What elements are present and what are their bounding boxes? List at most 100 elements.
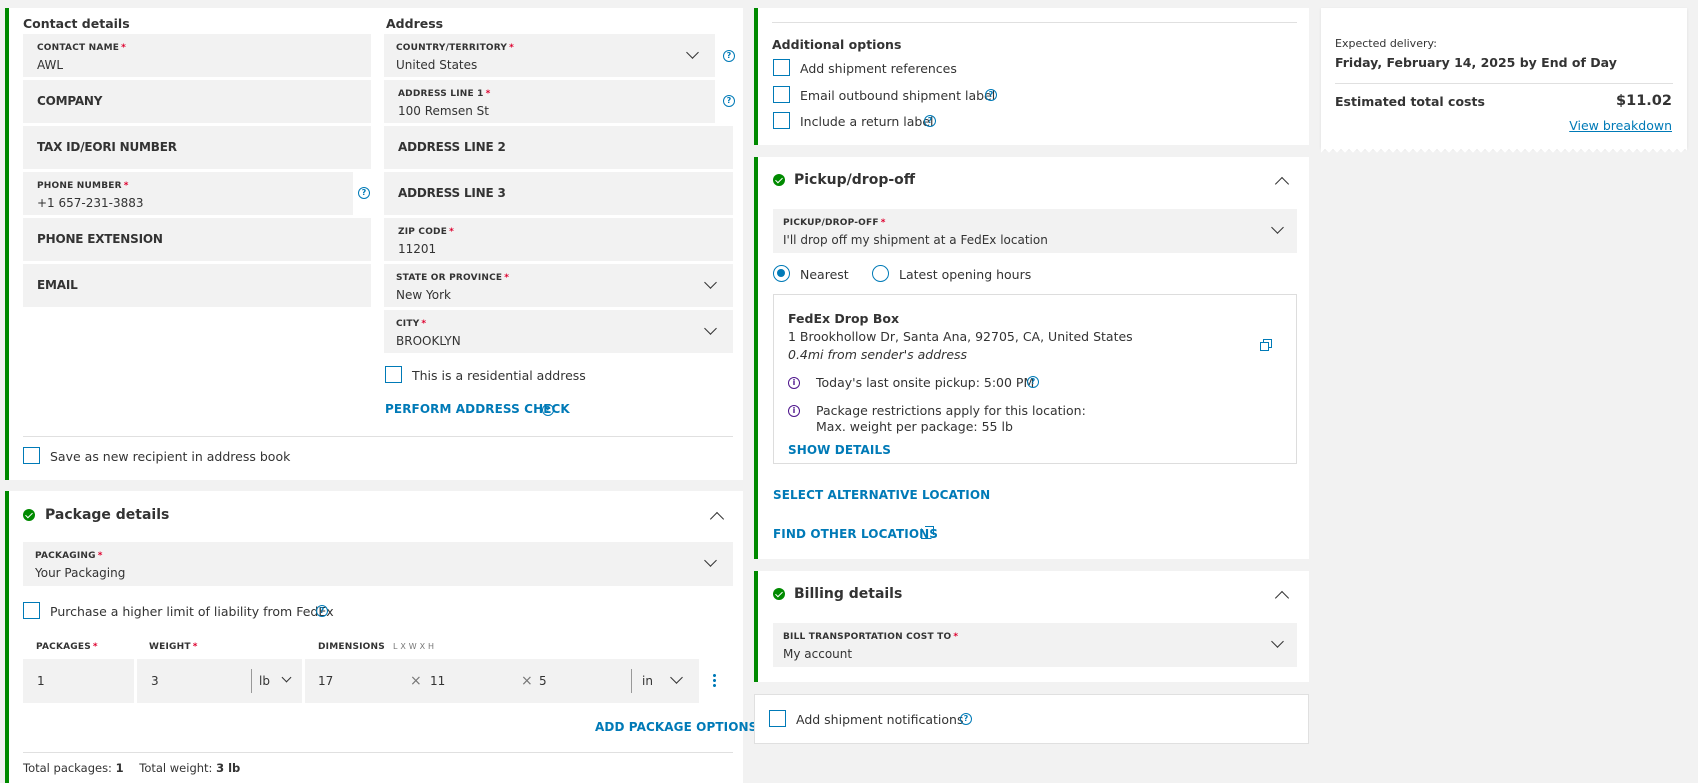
divider [23,752,733,753]
divider [251,669,252,693]
latest-hours-radio[interactable] [872,265,889,282]
weight-value: 3 [151,674,159,688]
liability-label: Purchase a higher limit of liability fro… [50,604,334,619]
country-value: United States [396,58,478,72]
pickup-value: I'll drop off my shipment at a FedEx loc… [783,233,1048,247]
contact-name-field[interactable]: CONTACT NAME * AWL [23,34,371,77]
pickup-title: Pickup/drop-off [794,172,916,188]
packaging-value: Your Packaging [35,566,126,580]
address-check-help-icon[interactable]: ? [542,404,554,416]
zip-code-field[interactable]: ZIP CODE * 11201 [384,218,733,261]
return-label-help-icon[interactable]: ? [924,115,936,127]
dimension-length-value[interactable]: 17 [318,674,333,688]
nearest-label: Nearest [800,267,849,282]
contact-name-value: AWL [37,58,64,72]
city-select[interactable]: CITY * BROOKLYN [384,310,733,353]
pickup-label: PICKUP/DROP-OFF [783,218,879,228]
phone-extension-field[interactable]: PHONE EXTENSION [23,218,371,261]
address-heading: Address [386,16,444,31]
chevron-down-icon [1271,635,1284,648]
state-label: STATE OR PROVINCE [396,273,503,283]
restrictions-text: Package restrictions apply for this loca… [816,403,1086,418]
divider [1335,83,1673,84]
return-label-checkbox[interactable] [773,112,790,129]
packages-input[interactable]: 1 [23,659,134,703]
chevron-up-icon[interactable] [1274,176,1290,192]
view-breakdown-link[interactable]: View breakdown [1569,118,1672,133]
address-line3-field[interactable]: ADDRESS LINE 3 [384,172,733,215]
email-field[interactable]: EMAIL [23,264,371,307]
recipient-panel: Contact details Address CONTACT NAME * AW… [5,8,743,480]
chevron-down-icon [704,276,717,289]
find-other-locations-link[interactable]: FIND OTHER LOCATIONS [773,527,938,541]
packaging-select[interactable]: PACKAGING * Your Packaging [23,542,733,586]
email-label-checkbox[interactable] [773,86,790,103]
nearest-radio[interactable] [773,265,790,282]
copy-icon[interactable] [1260,339,1272,351]
address-line2-field[interactable]: ADDRESS LINE 2 [384,126,733,169]
address-help-icon[interactable]: ? [723,95,735,107]
billing-value: My account [783,647,853,661]
email-label-help-icon[interactable]: ? [985,89,997,101]
times-icon: × [410,673,422,689]
shipment-notifications-checkbox[interactable] [769,710,786,727]
liability-checkbox[interactable] [23,602,40,619]
state-select[interactable]: STATE OR PROVINCE * New York [384,264,733,307]
billing-panel: Billing details BILL TRANSPORTATION COST… [754,571,1309,682]
email-label: EMAIL [37,278,78,292]
notifications-help-icon[interactable]: ? [960,713,972,725]
add-package-options-link[interactable]: ADD PACKAGE OPTIONS [595,720,757,734]
location-card: FedEx Drop Box 1 Brookhollow Dr, Santa A… [773,294,1297,464]
chevron-up-icon[interactable] [709,511,725,527]
chevron-down-icon [704,554,717,567]
select-alternative-location-link[interactable]: SELECT ALTERNATIVE LOCATION [773,488,990,502]
address-line1-field[interactable]: ADDRESS LINE 1 * 100 Remsen St [384,80,715,123]
packaging-label: PACKAGING [35,551,96,561]
country-select[interactable]: COUNTRY/TERRITORY * United States [384,34,715,77]
notifications-panel: Add shipment notifications ? [754,694,1309,744]
weight-input[interactable]: 3 lb [137,659,302,703]
save-recipient-label: Save as new recipient in address book [50,449,291,464]
dimension-height-value[interactable]: 5 [539,674,547,688]
dimension-unit-select[interactable]: in [642,674,653,688]
country-help-icon[interactable]: ? [723,50,735,62]
company-field[interactable]: COMPANY [23,80,371,123]
pickup-select[interactable]: PICKUP/DROP-OFF * I'll drop off my shipme… [773,209,1297,253]
company-label: COMPANY [37,94,103,108]
shipment-references-checkbox[interactable] [773,59,790,76]
last-pickup-help-icon[interactable]: ? [1027,376,1039,388]
last-pickup-text: Today's last onsite pickup: 5:00 PM [816,375,1035,390]
tax-id-field[interactable]: TAX ID/EORI NUMBER [23,126,371,169]
phone-number-value: +1 657-231-3883 [37,196,144,210]
expected-delivery-label: Expected delivery: [1335,37,1437,50]
save-recipient-checkbox[interactable] [23,447,40,464]
external-link-icon[interactable] [921,526,934,539]
location-name: FedEx Drop Box [788,311,900,326]
check-circle-icon [773,588,785,600]
dimensions-label: DIMENSIONS [318,642,385,652]
latest-hours-label: Latest opening hours [899,267,1032,282]
billing-select[interactable]: BILL TRANSPORTATION COST TO * My account [773,623,1297,667]
phone-number-field[interactable]: PHONE NUMBER * +1 657-231-3883 [23,172,353,215]
country-label: COUNTRY/TERRITORY [396,43,508,53]
address-line1-label: ADDRESS LINE 1 [398,89,484,99]
weight-unit-select[interactable]: lb [259,674,270,688]
show-details-link[interactable]: SHOW DETAILS [788,443,891,457]
kebab-menu-icon[interactable] [713,673,716,687]
estimated-total-value: $11.02 [1616,93,1672,109]
address-line3-label: ADDRESS LINE 3 [398,186,506,200]
chevron-down-icon [281,672,292,683]
residential-checkbox[interactable] [385,366,402,383]
additional-options-heading: Additional options [772,37,902,52]
total-weight-label: Total weight: [139,761,213,775]
divider [631,669,632,693]
dimension-width-value[interactable]: 11 [430,674,445,688]
liability-help-icon[interactable]: ? [316,605,328,617]
pickup-panel: Pickup/drop-off PICKUP/DROP-OFF * I'll dr… [754,157,1309,559]
packages-label: PACKAGES [36,642,91,652]
package-details-panel: Package details PACKAGING * Your Packagin… [5,491,757,783]
chevron-up-icon[interactable] [1274,590,1290,606]
phone-help-icon[interactable]: ? [358,187,370,199]
dimensions-input[interactable]: 17 × 11 × 5 in [305,659,699,703]
summary-card-zigzag-edge [1321,148,1687,154]
